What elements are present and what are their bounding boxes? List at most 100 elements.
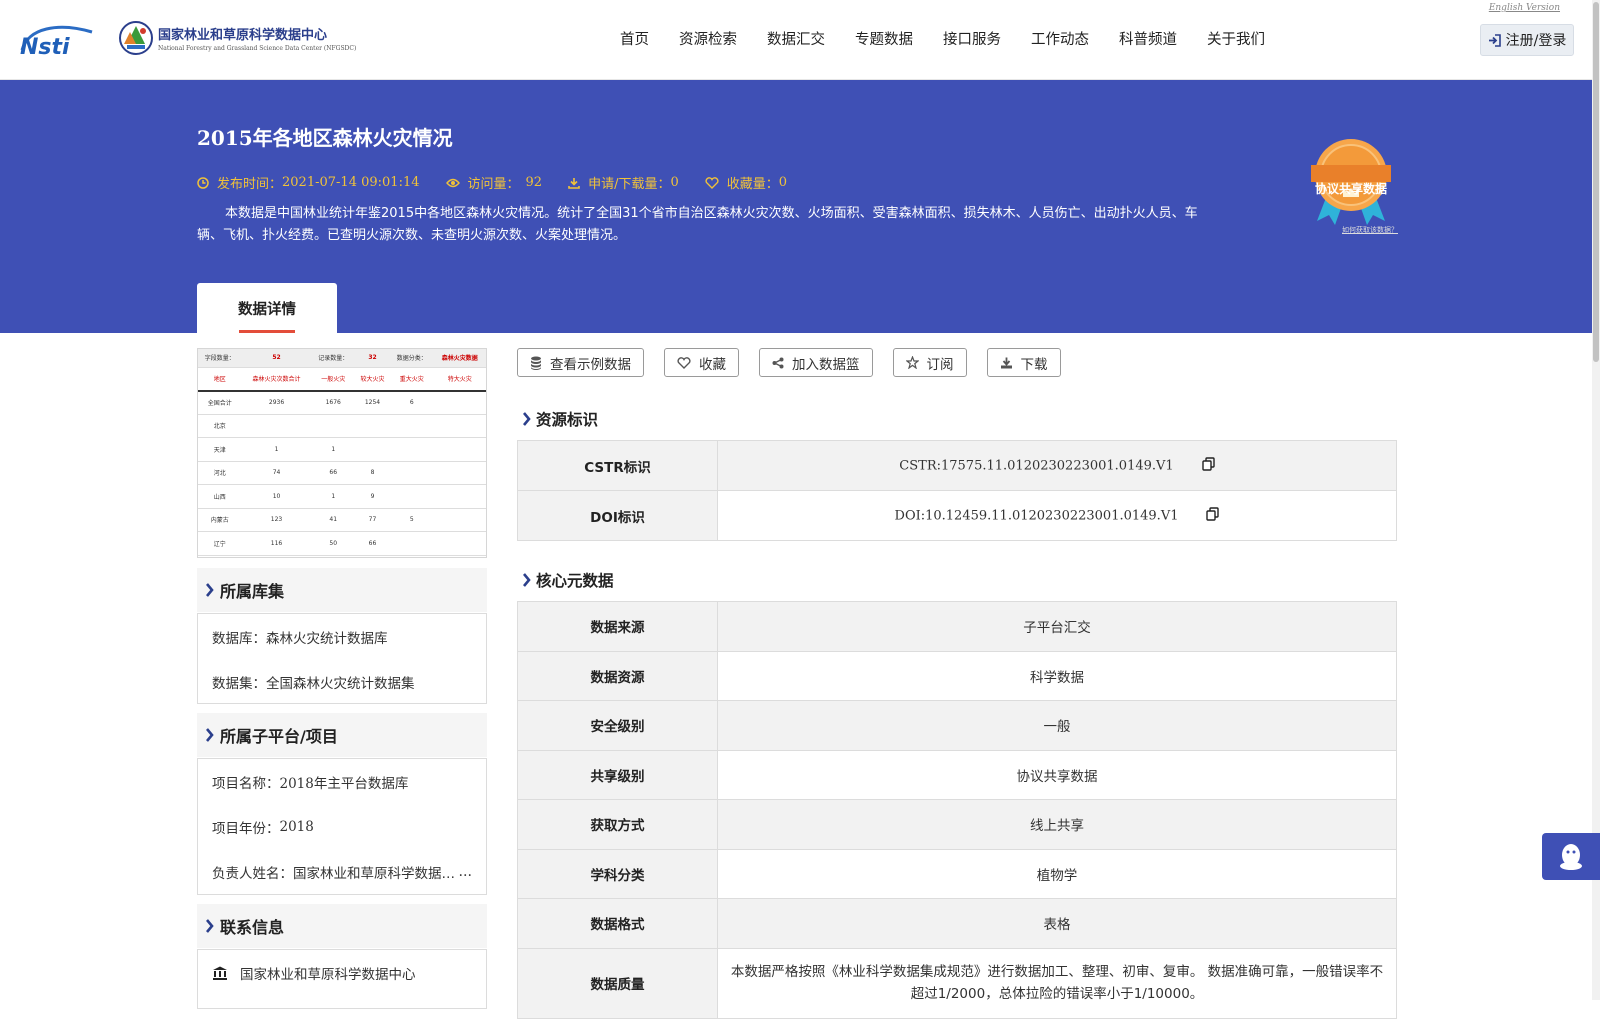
tab-data-detail[interactable]: 数据详情 <box>197 283 337 333</box>
contact-org-row: 国家林业和草原科学数据中心 <box>212 950 472 995</box>
sign-in-icon <box>1488 33 1501 47</box>
dataset-title: 2015年各地区森林火灾情况 <box>197 126 453 150</box>
preview-cell <box>241 414 312 438</box>
dataset-value[interactable]: 全国森林火灾统计数据集 <box>266 672 415 692</box>
subscribe-button[interactable]: 订阅 <box>892 348 967 377</box>
contact-section-title: 联系信息 <box>220 918 285 937</box>
table-row: 数据质量 本数据严格按照《林业科学数据集成规范》进行数据加工、整理、初审、复审。 … <box>517 947 1397 1019</box>
preview-cell: 1676 <box>311 390 356 415</box>
preview-col: 特大火灾 <box>433 367 486 392</box>
preview-cell <box>389 484 434 509</box>
library-box: 数据库： 森林火灾统计数据库 数据集： 全国森林火灾统计数据集 <box>197 613 487 704</box>
subscribe-label: 订阅 <box>926 356 954 373</box>
preview-record-count-label: 记录数量： <box>311 349 356 368</box>
copy-icon[interactable] <box>1201 456 1215 475</box>
publish-time-value: 2021-07-14 09:01:14 <box>282 175 420 190</box>
top-navigation-bar: Nsti 国家林业和草原科学数据中心 National Forestry and… <box>0 0 1600 80</box>
dataset-banner: 2015年各地区森林火灾情况 发布时间： 2021-07-14 09:01:14… <box>0 80 1592 333</box>
download-count: 申请/下载量： 0 <box>568 173 679 192</box>
nav-topic-data[interactable]: 专题数据 <box>855 28 913 49</box>
tab-data-detail-label: 数据详情 <box>238 301 296 318</box>
preview-cell: 1254 <box>355 390 390 415</box>
preview-summary-row: 字段数量： 52 记录数量： 32 数据分类： 森林火灾数据 <box>198 349 486 368</box>
library-section-title: 所属库集 <box>220 582 285 601</box>
preview-cell: 辽宁 <box>198 531 242 556</box>
preview-col: 较大火灾 <box>355 367 390 392</box>
cstr-value: CSTR:17575.11.0120230223001.0149.V1 <box>899 458 1174 473</box>
how-to-get-data-link[interactable]: 如何获取该数据？ <box>1342 225 1398 235</box>
preview-cell: 天津 <box>198 437 242 462</box>
project-section-title: 所属子平台/项目 <box>220 727 338 746</box>
nav-about-us[interactable]: 关于我们 <box>1207 28 1265 49</box>
chevron-right-icon <box>206 583 214 597</box>
data-preview-thumbnail[interactable]: 字段数量： 52 记录数量： 32 数据分类： 森林火灾数据 地区 森林火灾次数… <box>197 348 487 558</box>
download-icon <box>568 177 580 189</box>
favorite-button[interactable]: 收藏 <box>664 348 739 377</box>
table-row: 数据资源 科学数据 <box>517 650 1397 701</box>
preview-cell: 河北 <box>198 461 242 485</box>
nsti-logo[interactable]: Nsti <box>18 20 98 60</box>
heart-outline-icon <box>677 356 691 369</box>
meta-value: 子平台汇交 <box>717 601 1397 652</box>
preview-col: 森林火灾次数合计 <box>241 367 312 392</box>
preview-field-count-label: 字段数量： <box>198 349 242 368</box>
scrollbar-thumb[interactable] <box>1593 2 1599 362</box>
add-to-basket-button[interactable]: 加入数据篮 <box>759 348 873 377</box>
preview-cell <box>433 461 486 485</box>
eye-icon <box>445 178 460 187</box>
org-logo[interactable]: 国家林业和草原科学数据中心 National Forestry and Gras… <box>118 20 356 56</box>
nav-resource-search[interactable]: 资源检索 <box>679 28 737 49</box>
database-value[interactable]: 森林火灾统计数据库 <box>266 627 388 647</box>
main-nav: 首页 资源检索 数据汇交 专题数据 接口服务 工作动态 科普频道 关于我们 <box>620 28 1295 49</box>
preview-record-count: 32 <box>355 349 390 368</box>
owner-value: 国家林业和草原科学数据中心 <box>293 865 459 882</box>
dataset-description: 本数据是中国林业统计年鉴2015中各地区森林火灾情况。统计了全国31个省市自治区… <box>197 206 1198 243</box>
owner-label: 负责人姓名： <box>212 865 293 882</box>
preview-category: 森林火灾数据 <box>433 349 486 368</box>
org-name-en: National Forestry and Grassland Science … <box>158 45 357 52</box>
resource-id-header: 资源标识 <box>522 408 598 430</box>
preview-col: 重大火灾 <box>389 367 434 392</box>
english-version-link[interactable]: English Version <box>1489 3 1560 13</box>
dataset-label: 数据集： <box>212 675 266 692</box>
download-count-value: 0 <box>670 175 679 190</box>
nav-science-channel[interactable]: 科普频道 <box>1119 28 1177 49</box>
view-sample-button[interactable]: 查看示例数据 <box>517 348 644 377</box>
owner-ellipsis: … <box>458 863 473 880</box>
add-to-basket-label: 加入数据篮 <box>792 356 860 373</box>
nav-home[interactable]: 首页 <box>620 28 649 49</box>
tab-active-underline <box>239 330 295 333</box>
nav-news[interactable]: 工作动态 <box>1031 28 1089 49</box>
meta-value: 植物学 <box>717 848 1397 899</box>
copy-icon[interactable] <box>1206 506 1220 525</box>
table-row: 共享级别 协议共享数据 <box>517 749 1397 800</box>
star-outline-icon <box>905 356 919 369</box>
meta-key: 数据来源 <box>517 601 718 652</box>
download-count-label: 申请/下载量： <box>588 177 671 192</box>
preview-cell <box>389 414 434 438</box>
project-name-row: 项目名称： 2018年主平台数据库 <box>212 759 472 804</box>
preview-cell <box>355 437 390 462</box>
qq-chat-button[interactable] <box>1542 833 1600 880</box>
preview-cell: 北京 <box>198 414 242 438</box>
meta-key: 共享级别 <box>517 749 718 800</box>
preview-cell <box>433 390 486 415</box>
chevron-right-icon <box>206 919 214 933</box>
download-label: 下载 <box>1020 356 1048 373</box>
preview-cell <box>433 508 486 532</box>
project-box: 项目名称： 2018年主平台数据库 项目年份： 2018 负责人姓名： 国家林业和草原… <box>197 758 487 895</box>
login-register-button[interactable]: 注册/登录 <box>1480 24 1574 56</box>
core-meta-header: 核心元数据 <box>522 569 614 591</box>
preview-cell: 1 <box>311 437 356 462</box>
publish-time-label: 发布时间： <box>217 177 283 192</box>
preview-cell <box>311 414 356 438</box>
nav-api-service[interactable]: 接口服务 <box>943 28 1001 49</box>
cstr-value-cell: CSTR:17575.11.0120230223001.0149.V1 <box>717 440 1397 491</box>
preview-cell <box>355 414 390 438</box>
action-toolbar: 查看示例数据 收藏 加入数据篮 订阅 下载 <box>517 348 1081 377</box>
download-button[interactable]: 下载 <box>986 348 1061 377</box>
meta-key: 数据资源 <box>517 650 718 701</box>
nav-data-submission[interactable]: 数据汇交 <box>767 28 825 49</box>
preview-row: 全国合计 2936 1676 1254 6 <box>198 390 486 415</box>
preview-column-header: 地区 森林火灾次数合计 一般火灾 较大火灾 重大火灾 特大火灾 <box>198 367 486 392</box>
